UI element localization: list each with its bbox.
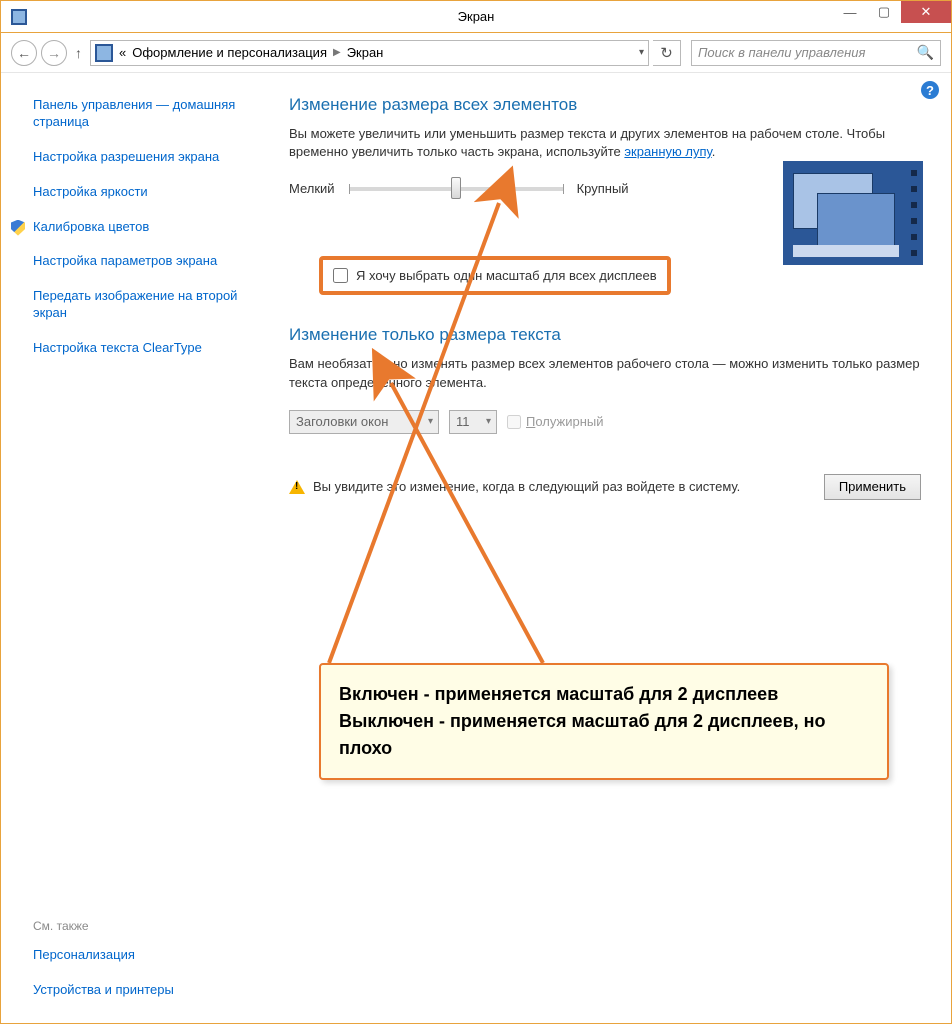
refresh-icon: ↻ <box>660 44 673 62</box>
search-input[interactable] <box>698 45 917 60</box>
see-also-devices[interactable]: Устройства и принтеры <box>33 982 265 999</box>
see-also-section: См. также Персонализация Устройства и пр… <box>33 919 265 1005</box>
navbar: ← → ↑ « Оформление и персонализация ▶ Эк… <box>1 33 951 73</box>
titlebar: Экран — ▢ ✕ <box>1 1 951 33</box>
sidebar-item-project[interactable]: Передать изображение на второй экран <box>33 288 265 322</box>
apply-button[interactable]: Применить <box>824 474 921 500</box>
monitor-illustration <box>783 161 923 265</box>
sidebar-item-brightness[interactable]: Настройка яркости <box>33 184 265 201</box>
single-scale-checkbox[interactable] <box>333 268 348 283</box>
slider-max-label: Крупный <box>577 181 629 196</box>
search-box[interactable]: 🔍 <box>691 40 941 66</box>
forward-button[interactable]: → <box>41 40 67 66</box>
desc-resize-all: Вы можете увеличить или уменьшить размер… <box>289 125 921 161</box>
app-icon <box>11 9 27 25</box>
close-button[interactable]: ✕ <box>901 1 951 23</box>
desc-text-only: Вам необязательно изменять размер всех э… <box>289 355 921 391</box>
sidebar-item-display-settings[interactable]: Настройка параметров экрана <box>33 253 265 270</box>
heading-text-only: Изменение только размера текста <box>289 325 921 345</box>
main-content: Изменение размера всех элементов Вы може… <box>283 73 951 1023</box>
window: Экран — ▢ ✕ ← → ↑ « Оформление и персона… <box>0 0 952 1024</box>
bold-label: Полужирный <box>526 414 604 429</box>
see-also-header: См. также <box>33 919 265 933</box>
annotation-on: Включен - применяется масштаб для 2 дисп… <box>339 681 869 708</box>
chevron-right-icon: ▶ <box>333 47 341 58</box>
refresh-button[interactable]: ↻ <box>653 40 681 66</box>
window-title: Экран <box>458 9 495 24</box>
see-also-personalization[interactable]: Персонализация <box>33 947 265 964</box>
single-scale-label: Я хочу выбрать один масштаб для всех дис… <box>356 268 657 283</box>
up-button[interactable]: ↑ <box>75 45 82 61</box>
element-select[interactable]: Заголовки окон <box>289 410 439 434</box>
sidebar-item-calibrate[interactable]: Калибровка цветов <box>33 219 265 236</box>
sidebar-item-home[interactable]: Панель управления — домашняя страница <box>33 97 265 131</box>
sidebar-item-resolution[interactable]: Настройка разрешения экрана <box>33 149 265 166</box>
bold-checkbox <box>507 415 521 429</box>
slider-min-label: Мелкий <box>289 181 335 196</box>
sidebar: Панель управления — домашняя страница На… <box>1 73 283 1023</box>
back-button[interactable]: ← <box>11 40 37 66</box>
arrow-left-icon: ← <box>17 45 31 61</box>
bold-checkbox-group: Полужирный <box>507 414 604 429</box>
breadcrumb-1[interactable]: Оформление и персонализация <box>132 45 327 60</box>
heading-resize-all: Изменение размера всех элементов <box>289 95 921 115</box>
window-controls: — ▢ ✕ <box>833 1 951 32</box>
annotation-off: Выключен - применяется масштаб для 2 дис… <box>339 708 869 762</box>
body: ? Панель управления — домашняя страница … <box>1 73 951 1023</box>
annotation-box: Включен - применяется масштаб для 2 дисп… <box>319 663 889 780</box>
warning-icon <box>289 480 305 494</box>
breadcrumb-sep: « <box>119 45 126 60</box>
arrow-up-icon: ↑ <box>75 45 82 61</box>
minimize-button[interactable]: — <box>833 1 867 23</box>
magnifier-link[interactable]: экранную лупу <box>624 144 711 159</box>
single-scale-callout: Я хочу выбрать один масштаб для всех дис… <box>319 256 671 295</box>
warning-row: Вы увидите это изменение, когда в следую… <box>289 474 921 500</box>
display-icon <box>95 44 113 62</box>
font-size-select[interactable]: 11 <box>449 410 497 434</box>
slider-thumb[interactable] <box>451 177 461 199</box>
chevron-down-icon[interactable]: ▾ <box>639 47 644 58</box>
warning-text: Вы увидите это изменение, когда в следую… <box>313 479 740 494</box>
sidebar-item-cleartype[interactable]: Настройка текста ClearType <box>33 340 265 357</box>
breadcrumb-2[interactable]: Экран <box>347 45 384 60</box>
text-size-controls: Заголовки окон 11 Полужирный <box>289 410 921 434</box>
maximize-button[interactable]: ▢ <box>867 1 901 23</box>
address-bar[interactable]: « Оформление и персонализация ▶ Экран ▾ <box>90 40 649 66</box>
search-icon[interactable]: 🔍 <box>917 44 934 61</box>
arrow-right-icon: → <box>47 45 61 61</box>
size-slider[interactable] <box>349 187 563 191</box>
